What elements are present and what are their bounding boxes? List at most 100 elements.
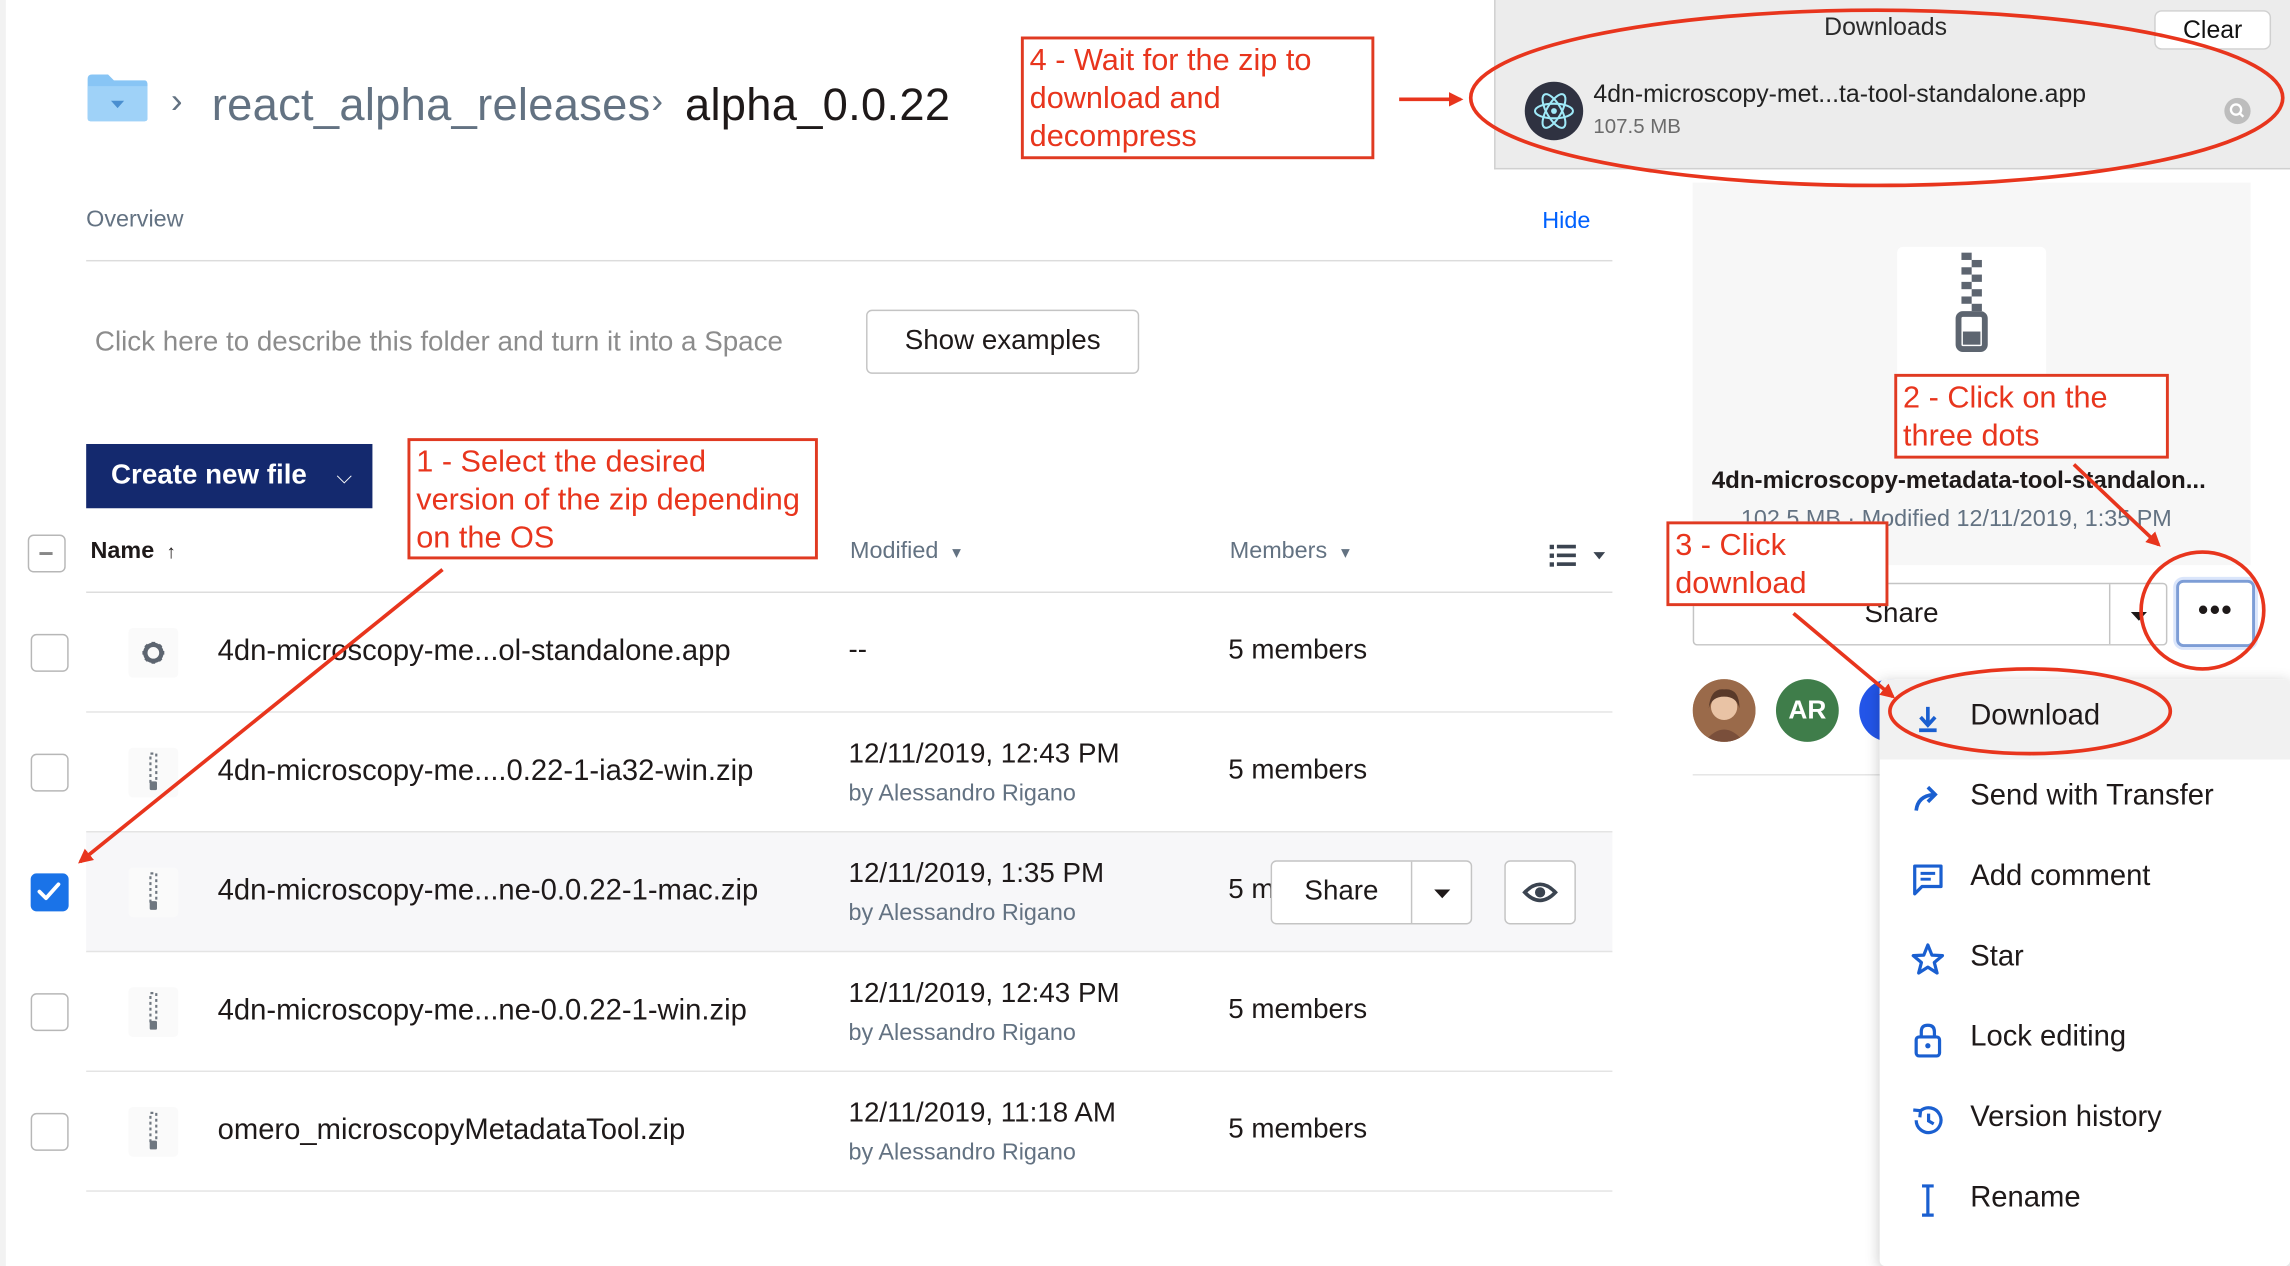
modified-date: 12/11/2019, 1:35 PM (848, 858, 1105, 890)
downloads-title: Downloads (1824, 13, 1948, 41)
create-new-file-label: Create new file (110, 460, 307, 491)
caret-down-icon[interactable] (1412, 862, 1472, 923)
caret-down-icon: ▾ (952, 541, 961, 563)
chevron-down-icon: ⌵ (336, 464, 352, 488)
list-view-icon (1549, 544, 1606, 567)
modified-date: 12/11/2019, 11:18 AM (848, 1098, 1116, 1129)
table-row-selected[interactable]: 4dn-microscopy-me...ne-0.0.22-1-mac.zip … (30, 832, 1613, 953)
modified-by: by Alessandro Rigano (848, 781, 1076, 807)
members-count: 5 members (1228, 1114, 1368, 1146)
download-icon (1909, 700, 1947, 738)
modified-by: by Alessandro Rigano (848, 901, 1076, 926)
annotation-step-3: 3 - Click download (1666, 521, 1889, 607)
avatar[interactable]: AR (1775, 679, 1839, 742)
row-share-button[interactable]: Share (1270, 860, 1473, 925)
menu-item-label: Download (1970, 699, 2101, 732)
modified-date: -- (848, 635, 868, 666)
file-name[interactable]: 4dn-microscopy-me...ne-0.0.22-1-mac.zip (218, 875, 759, 909)
menu-item-label: Lock editing (1970, 1020, 2127, 1054)
table-row[interactable]: 4dn-microscopy-me....0.22-1-ia32-win.zip… (30, 713, 1613, 833)
show-in-finder-icon[interactable] (2224, 97, 2251, 125)
menu-item-add-comment[interactable]: Add comment (1880, 840, 2290, 920)
row-checkbox[interactable] (30, 993, 69, 1032)
file-name[interactable]: omero_microscopyMetadataTool.zip (218, 1114, 686, 1148)
row-checkbox[interactable] (30, 633, 69, 672)
file-name[interactable]: 4dn-microscopy-me...ol-standalone.app (218, 635, 731, 669)
name-column-header[interactable]: Name ↑ (91, 539, 176, 565)
file-name[interactable]: 4dn-microscopy-me...ne-0.0.22-1-win.zip (218, 995, 747, 1029)
select-all-checkbox[interactable] (27, 534, 66, 573)
members-column-header[interactable]: Members ▾ (1230, 539, 1350, 565)
menu-item-label: Add comment (1970, 860, 2151, 893)
modified-column-header[interactable]: Modified ▾ (850, 539, 961, 565)
menu-item-lock-editing[interactable]: Lock editing (1880, 1000, 2290, 1080)
left-edge-strip (0, 0, 6, 1266)
modified-by: by Alessandro Rigano (848, 1140, 1076, 1166)
rename-icon (1909, 1182, 1947, 1220)
overview-label: Overview (86, 207, 184, 233)
table-row[interactable]: omero_microscopyMetadataTool.zip 12/11/2… (30, 1072, 1613, 1192)
zip-icon (128, 987, 179, 1037)
lock-icon (1909, 1021, 1947, 1059)
file-name[interactable]: 4dn-microscopy-me....0.22-1-ia32-win.zip (218, 755, 754, 789)
annotation-step-1: 1 - Select the desired version of the zi… (407, 438, 818, 560)
menu-item-label: Send with Transfer (1970, 779, 2214, 813)
star-icon (1909, 941, 1947, 979)
breadcrumb-separator: › (651, 81, 664, 122)
caret-down-icon[interactable] (2110, 584, 2167, 644)
gear-icon (128, 628, 179, 678)
menu-item-version-history[interactable]: Version history (1880, 1081, 2290, 1161)
download-item-size: 107.5 MB (1593, 113, 1681, 138)
more-options-menu: Download Send with Transfer Add comment … (1879, 679, 2290, 1266)
members-count: 5 members (1228, 635, 1368, 666)
list-view-toggle[interactable] (1549, 542, 1614, 568)
folder-icon (86, 73, 149, 123)
table-row[interactable]: 4dn-microscopy-me...ol-standalone.app --… (30, 593, 1613, 713)
modified-date: 12/11/2019, 12:43 PM (848, 978, 1120, 1010)
menu-item-label: Version history (1970, 1101, 2162, 1134)
downloads-popup: Downloads Clear 4dn-microscopy-met...ta-… (1494, 0, 2290, 170)
row-checkbox[interactable] (30, 1112, 69, 1151)
annotation-step-4: 4 - Wait for the zip to download and dec… (1020, 36, 1375, 160)
electron-app-icon (1524, 81, 1584, 141)
breadcrumb-parent-folder[interactable]: react_alpha_releases (212, 79, 651, 132)
members-count: 5 members (1228, 994, 1368, 1026)
menu-item-download[interactable]: Download (1879, 679, 2290, 760)
zip-icon (128, 747, 179, 798)
annotation-step-2: 2 - Click on the three dots (1894, 373, 2169, 459)
caret-down-icon: ▾ (1340, 541, 1350, 563)
describe-folder-prompt[interactable]: Click here to describe this folder and t… (95, 327, 783, 359)
menu-item-label: Rename (1970, 1181, 2081, 1214)
more-options-button[interactable]: ••• (2176, 579, 2256, 648)
table-row[interactable]: 4dn-microscopy-me...ne-0.0.22-1-win.zip … (30, 952, 1613, 1073)
menu-item-send-with-transfer[interactable]: Send with Transfer (1880, 759, 2290, 839)
avatar[interactable] (1692, 679, 1756, 742)
modified-date: 12/11/2019, 12:43 PM (848, 739, 1120, 770)
preview-eye-button[interactable] (1504, 860, 1576, 925)
zip-icon (128, 867, 179, 918)
clear-downloads-button[interactable]: Clear (2154, 10, 2272, 50)
share-label: Share (1304, 876, 1379, 907)
menu-item-rename[interactable]: Rename (1880, 1161, 2290, 1241)
name-header-label: Name (90, 538, 155, 564)
show-examples-button[interactable]: Show examples (866, 309, 1140, 374)
sort-ascending-icon: ↑ (166, 540, 177, 563)
download-item-name[interactable]: 4dn-microscopy-met...ta-tool-standalone.… (1593, 80, 2086, 109)
hide-overview-link[interactable]: Hide (1542, 209, 1590, 235)
checkmark-icon (37, 882, 61, 901)
modified-header-label: Modified (850, 538, 939, 564)
transfer-icon (1909, 780, 1947, 818)
create-new-file-button[interactable]: Create new file ⌵ (86, 443, 373, 509)
menu-item-star[interactable]: Star (1880, 920, 2290, 1000)
app-window: › react_alpha_releases › alpha_0.0.22 Ov… (0, 0, 2290, 1266)
eye-icon (1522, 882, 1558, 903)
divider (86, 259, 1613, 262)
modified-by: by Alessandro Rigano (848, 1020, 1076, 1046)
zip-icon (128, 1107, 179, 1157)
members-header-label: Members (1229, 538, 1328, 564)
comment-icon (1909, 860, 1947, 898)
row-checkbox[interactable] (30, 753, 69, 792)
members-count: 5 members (1228, 755, 1368, 786)
row-checkbox-checked[interactable] (30, 873, 69, 912)
breadcrumb-current-folder: alpha_0.0.22 (684, 78, 951, 130)
